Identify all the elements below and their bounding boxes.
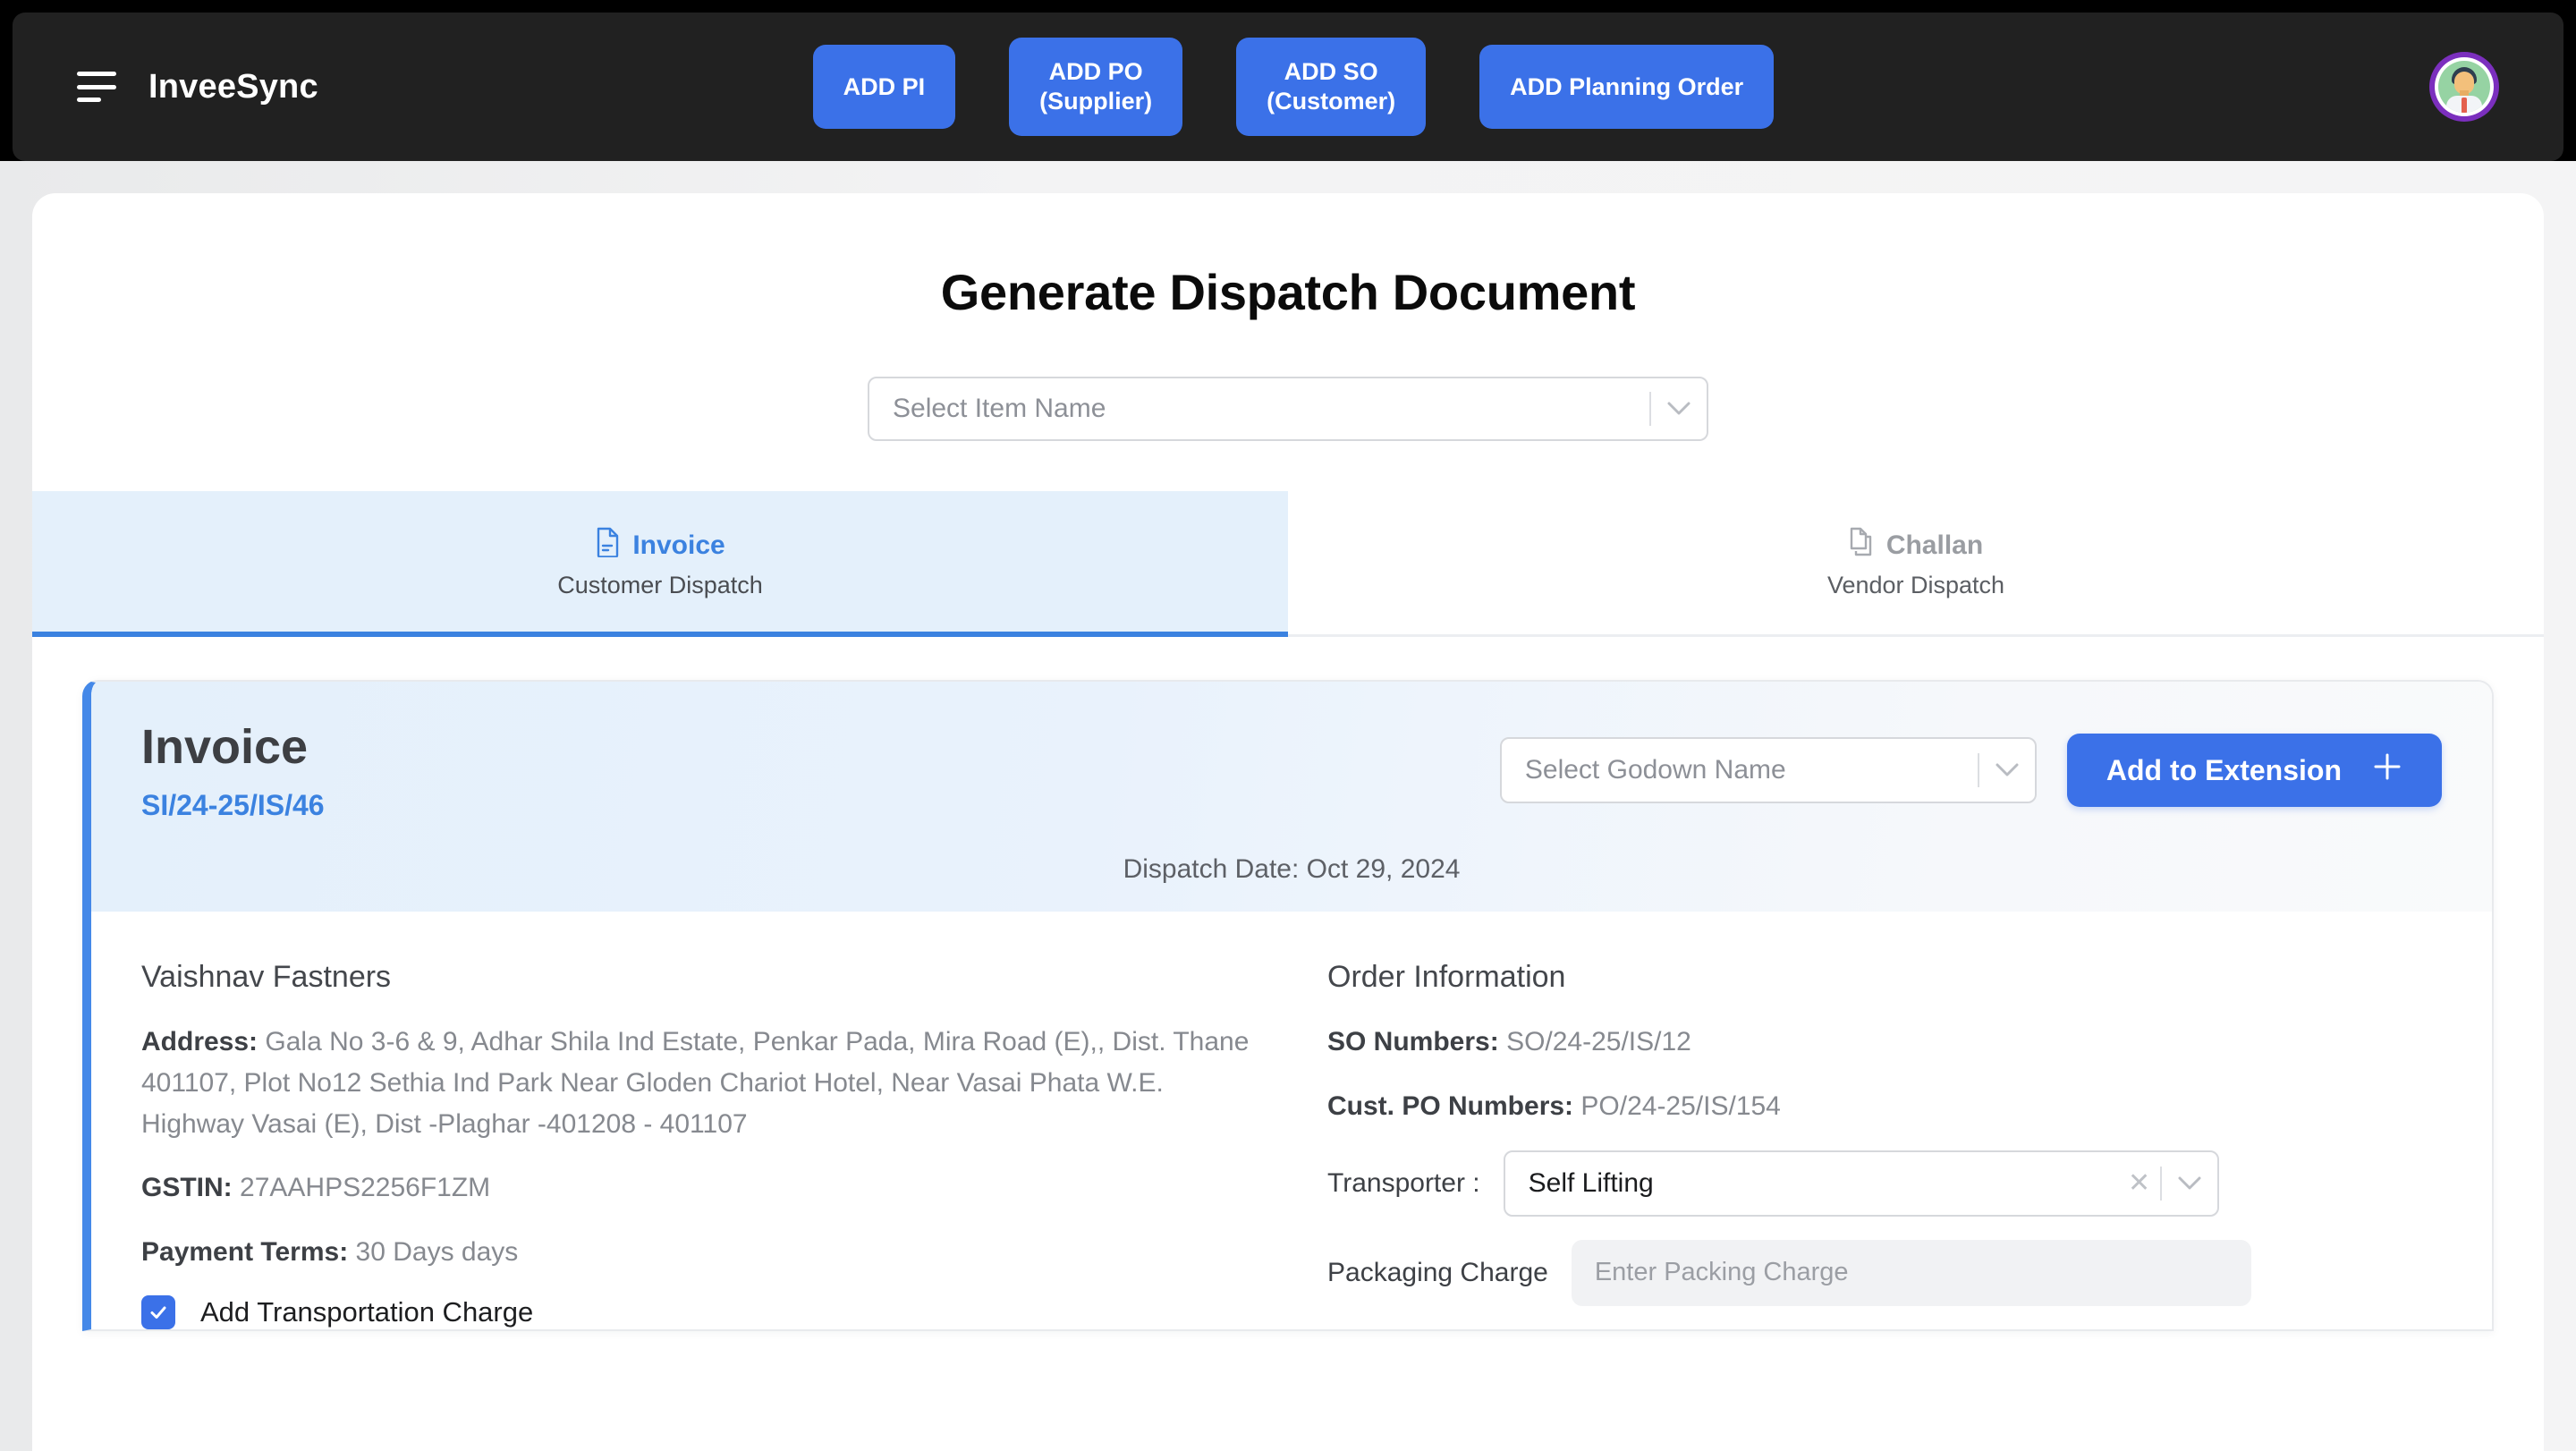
address-label: Address:	[141, 1027, 258, 1057]
plus-icon	[2372, 751, 2402, 789]
so-numbers: SO Numbers: SO/24-25/IS/12	[1327, 1022, 2442, 1063]
tab-challan-head: Challan	[1849, 527, 1983, 564]
avatar-ring	[2435, 57, 2494, 116]
tab-invoice-head: Invoice	[595, 527, 725, 564]
dispatch-date: Dispatch Date: Oct 29, 2024	[1123, 854, 1461, 885]
copy-documents-icon	[1849, 527, 1874, 564]
tab-invoice-sublabel: Customer Dispatch	[557, 571, 763, 598]
add-po-supplier-button[interactable]: ADD PO (Supplier)	[1009, 38, 1183, 136]
transporter-select[interactable]: Self Lifting ✕	[1503, 1150, 2219, 1217]
item-select-placeholder: Select Item Name	[893, 394, 1106, 423]
invoice-card: Invoice SI/24-25/IS/46 Select Godown Nam…	[82, 680, 2494, 1332]
chevron-down-icon[interactable]	[2162, 1176, 2217, 1191]
invoice-identity: Invoice SI/24-25/IS/46	[141, 721, 325, 822]
tab-invoice-label: Invoice	[632, 530, 725, 560]
add-planning-order-button[interactable]: ADD Planning Order	[1479, 45, 1775, 129]
invoice-header-actions: Select Godown Name Add to Extension	[1499, 721, 2442, 807]
tab-challan-sublabel: Vendor Dispatch	[1826, 571, 2005, 598]
transporter-label: Transporter :	[1327, 1167, 1480, 1198]
add-pi-button[interactable]: ADD PI	[812, 45, 956, 129]
nav-action-buttons: ADD PI ADD PO (Supplier) ADD SO (Custome…	[157, 38, 2429, 136]
hamburger-line	[77, 98, 101, 102]
address-value: Gala No 3-6 & 9, Adhar Shila Ind Estate,…	[141, 1027, 1250, 1139]
add-to-extension-button[interactable]: Add to Extension	[2066, 734, 2442, 807]
customer-details-column: Vaishnav Fastners Address: Gala No 3-6 &…	[141, 960, 1256, 1330]
tab-challan-label: Challan	[1885, 530, 1984, 560]
customer-address: Address: Gala No 3-6 & 9, Adhar Shila In…	[141, 1022, 1256, 1144]
invoice-number: SI/24-25/IS/46	[141, 789, 325, 822]
so-numbers-value: SO/24-25/IS/12	[1506, 1027, 1691, 1057]
hamburger-line	[77, 72, 116, 76]
clear-icon[interactable]: ✕	[2119, 1169, 2160, 1197]
invoice-card-body: Vaishnav Fastners Address: Gala No 3-6 &…	[91, 912, 2492, 1330]
tab-invoice[interactable]: Invoice Customer Dispatch	[32, 491, 1288, 637]
packaging-charge-row: Packaging Charge	[1327, 1239, 2442, 1306]
invoice-title: Invoice	[141, 720, 309, 774]
payment-terms-label: Payment Terms:	[141, 1236, 349, 1267]
payment-terms-value: 30 Days days	[355, 1236, 519, 1267]
packaging-charge-input[interactable]	[1571, 1239, 2251, 1306]
transporter-value: Self Lifting	[1528, 1167, 1654, 1198]
transportation-charge-checkbox[interactable]	[141, 1295, 175, 1330]
dispatch-type-tabs: Invoice Customer Dispatch Challan Vendor…	[32, 491, 2544, 637]
so-numbers-label: SO Numbers:	[1327, 1027, 1499, 1057]
file-text-icon	[595, 527, 620, 564]
packaging-charge-label: Packaging Charge	[1327, 1257, 1548, 1287]
godown-name-select[interactable]: Select Godown Name	[1499, 737, 2037, 803]
gstin-label: GSTIN:	[141, 1173, 233, 1203]
cust-po-numbers-label: Cust. PO Numbers:	[1327, 1090, 1574, 1121]
gstin-value: 27AAHPS2256F1ZM	[240, 1173, 491, 1203]
check-icon	[150, 1306, 166, 1319]
page-title: Generate Dispatch Document	[940, 264, 1636, 320]
add-to-extension-label: Add to Extension	[2106, 753, 2342, 786]
order-information-title: Order Information	[1327, 960, 1566, 995]
top-navigation-bar: InveeSync ADD PI ADD PO (Supplier) ADD S…	[13, 13, 2563, 161]
chevron-down-icon[interactable]	[1651, 402, 1707, 416]
user-avatar[interactable]	[2429, 52, 2499, 122]
customer-gstin: GSTIN: 27AAHPS2256F1ZM	[141, 1167, 1256, 1209]
cust-po-numbers: Cust. PO Numbers: PO/24-25/IS/154	[1327, 1086, 2442, 1127]
chevron-down-icon[interactable]	[1979, 763, 2035, 777]
add-transportation-charge-row[interactable]: Add Transportation Charge	[141, 1295, 1256, 1330]
content-sheet: Generate Dispatch Document Select Item N…	[32, 193, 2544, 1451]
tab-challan[interactable]: Challan Vendor Dispatch	[1288, 491, 2544, 634]
nav-right-group	[2429, 52, 2563, 122]
item-select-wrapper: Select Item Name	[32, 377, 2544, 441]
customer-name: Vaishnav Fastners	[141, 960, 392, 995]
transportation-charge-label: Add Transportation Charge	[200, 1296, 534, 1328]
avatar-person-icon	[2438, 61, 2490, 113]
hamburger-menu-icon[interactable]	[77, 72, 116, 102]
transporter-row: Transporter : Self Lifting ✕	[1327, 1150, 2442, 1217]
order-information-column: Order Information SO Numbers: SO/24-25/I…	[1327, 960, 2442, 1329]
item-name-select[interactable]: Select Item Name	[868, 377, 1708, 441]
cust-po-numbers-value: PO/24-25/IS/154	[1580, 1090, 1781, 1121]
invoice-header-row: Invoice SI/24-25/IS/46 Select Godown Nam…	[141, 721, 2442, 822]
add-so-customer-button[interactable]: ADD SO (Customer)	[1236, 38, 1427, 136]
invoice-card-header: Invoice SI/24-25/IS/46 Select Godown Nam…	[91, 682, 2492, 912]
godown-select-placeholder: Select Godown Name	[1524, 755, 1786, 785]
payment-terms: Payment Terms: 30 Days days	[141, 1232, 1256, 1273]
hamburger-line	[77, 84, 116, 89]
